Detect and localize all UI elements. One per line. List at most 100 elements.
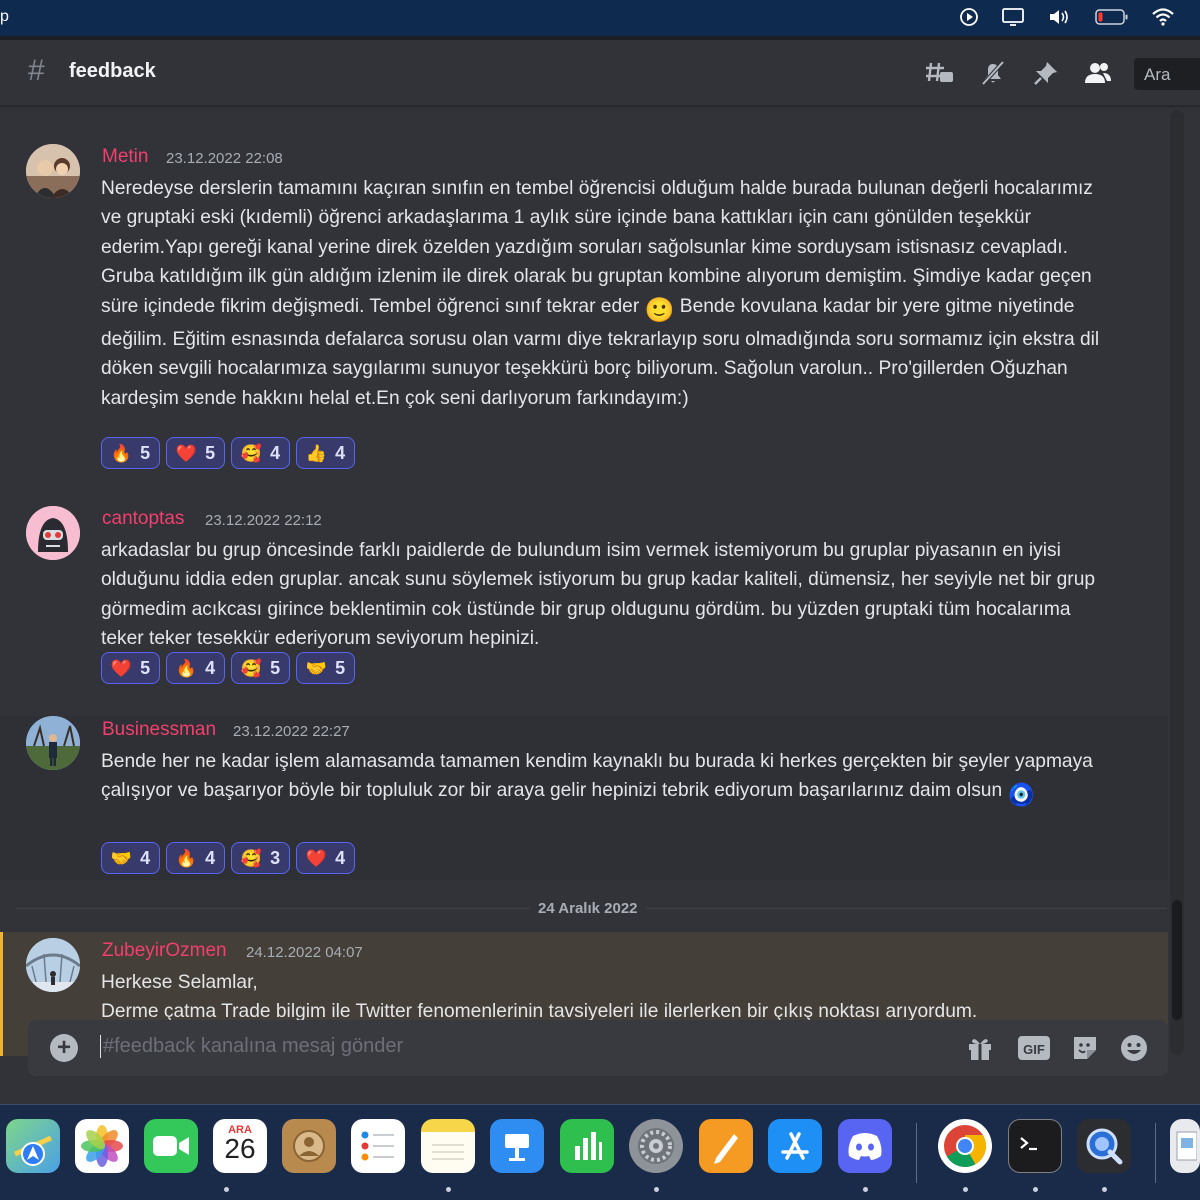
reaction-count: 4 — [335, 442, 346, 463]
username[interactable]: cantoptas — [102, 508, 184, 530]
username[interactable]: Businessman — [102, 719, 216, 741]
gif-label: GIF — [1023, 1042, 1045, 1057]
reaction-emoji: 🔥 — [110, 443, 133, 463]
reaction-love-face[interactable]: 🥰 4 — [231, 437, 290, 469]
reaction-count: 5 — [335, 657, 346, 678]
search-input[interactable]: Ara — [1134, 58, 1200, 90]
reaction-count: 5 — [205, 442, 216, 463]
discord-window: # feedback Ara Metin 23.12.2022 22:08 Ne… — [0, 36, 1200, 1104]
gif-icon[interactable]: GIF — [1018, 1032, 1050, 1064]
reaction-fire[interactable]: 🔥 4 — [166, 652, 225, 684]
reaction-emoji: 🤝 — [110, 848, 133, 868]
members-icon[interactable] — [1082, 57, 1114, 89]
running-indicator — [1102, 1187, 1107, 1192]
reaction-count: 3 — [270, 847, 281, 868]
reaction-love-face[interactable]: 🥰 5 — [231, 652, 290, 684]
message-input[interactable]: #feedback kanalına mesaj gönder — [100, 1035, 403, 1058]
keynote-app-icon[interactable] — [490, 1119, 544, 1173]
reaction-handshake[interactable]: 🤝 5 — [296, 652, 355, 684]
photos-app-icon[interactable] — [75, 1119, 129, 1173]
reaction-emoji: 🥰 — [240, 658, 263, 678]
app-store-app-icon[interactable] — [768, 1119, 822, 1173]
pin-icon[interactable] — [1030, 57, 1062, 89]
timestamp: 23.12.2022 22:08 — [166, 150, 283, 167]
reaction-handshake[interactable]: 🤝 4 — [101, 842, 160, 874]
reaction-count: 4 — [205, 657, 216, 678]
timestamp: 24.12.2022 04:07 — [246, 944, 363, 961]
discord-app-icon[interactable] — [838, 1119, 892, 1173]
gift-icon[interactable] — [964, 1032, 996, 1064]
reaction-count: 5 — [270, 657, 281, 678]
reaction-love-face[interactable]: 🥰 3 — [231, 842, 290, 874]
username[interactable]: Metin — [102, 146, 148, 168]
reaction-count: 4 — [140, 847, 151, 868]
macos-menubar: p — [0, 0, 1200, 36]
app-menu-glyph[interactable]: p — [0, 8, 9, 26]
reaction-emoji: 🥰 — [240, 848, 263, 868]
notes-app-icon[interactable] — [421, 1119, 475, 1173]
maps-app-icon[interactable] — [6, 1119, 60, 1173]
chrome-app-icon[interactable] — [938, 1119, 992, 1173]
reaction-emoji: ❤️ — [110, 658, 133, 678]
message-text: Neredeyse derslerin tamamını kaçıran sın… — [101, 174, 1111, 413]
wifi-icon[interactable] — [1150, 6, 1176, 28]
reaction-count: 5 — [140, 657, 151, 678]
quicktime-app-icon[interactable] — [1077, 1119, 1131, 1173]
reaction-count: 5 — [140, 442, 151, 463]
sticker-icon[interactable] — [1069, 1032, 1101, 1064]
reaction-fire[interactable]: 🔥 5 — [101, 437, 160, 469]
reminders-app-icon[interactable] — [351, 1119, 405, 1173]
reaction-heart[interactable]: ❤️ 4 — [296, 842, 355, 874]
message-cantoptas: cantoptas 23.12.2022 22:12 arkadaslar bu… — [0, 496, 1168, 706]
timestamp: 23.12.2022 22:12 — [205, 512, 322, 529]
plus-icon[interactable]: + — [50, 1034, 78, 1062]
message-text-part: Bende her ne kadar işlem alamasamda tama… — [101, 751, 1093, 802]
contacts-app-icon[interactable] — [282, 1119, 336, 1173]
running-indicator — [446, 1187, 451, 1192]
message-text: Bende her ne kadar işlem alamasamda tama… — [101, 747, 1111, 810]
calendar-day: 26 — [224, 1133, 256, 1164]
volume-icon[interactable] — [1046, 6, 1074, 28]
avatar[interactable] — [26, 506, 80, 560]
preview-app-icon[interactable] — [1170, 1119, 1200, 1173]
terminal-app-icon[interactable] — [1008, 1119, 1062, 1173]
reaction-bar: 🤝 4 🔥 4 🥰 3 ❤️ 4 — [101, 842, 355, 874]
emoji-icon[interactable] — [1118, 1032, 1150, 1064]
reaction-heart[interactable]: ❤️ 5 — [101, 652, 160, 684]
reaction-heart[interactable]: ❤️ 5 — [166, 437, 225, 469]
scrollbar-thumb[interactable] — [1172, 900, 1182, 1020]
numbers-app-icon[interactable] — [560, 1119, 614, 1173]
battery-icon[interactable] — [1094, 6, 1130, 28]
message-text: arkadaslar bu grup öncesinde farklı paid… — [101, 540, 1096, 650]
running-indicator — [654, 1187, 659, 1192]
facetime-app-icon[interactable] — [144, 1119, 198, 1173]
display-icon[interactable] — [1000, 6, 1026, 28]
reaction-fire[interactable]: 🔥 4 — [166, 842, 225, 874]
avatar[interactable] — [26, 938, 80, 992]
reaction-emoji: 🔥 — [175, 658, 198, 678]
reaction-emoji: 🤝 — [305, 658, 328, 678]
pages-app-icon[interactable] — [699, 1119, 753, 1173]
running-indicator — [863, 1187, 868, 1192]
reaction-thumbs-up[interactable]: 👍 4 — [296, 437, 355, 469]
calendar-app-icon[interactable]: ARA 26 — [213, 1119, 267, 1173]
slight-smile-emoji: 🙂 — [644, 296, 675, 324]
avatar[interactable] — [26, 144, 80, 198]
mute-bell-icon[interactable] — [977, 57, 1009, 89]
reaction-bar: ❤️ 5 🔥 4 🥰 5 🤝 5 — [101, 652, 355, 684]
channel-hash-icon: # — [28, 54, 45, 87]
username[interactable]: ZubeyirOzmen — [102, 940, 227, 962]
system-settings-app-icon[interactable] — [629, 1119, 683, 1173]
reaction-emoji: 🔥 — [175, 848, 198, 868]
running-indicator — [963, 1187, 968, 1192]
channel-header: # feedback Ara — [0, 40, 1200, 106]
nazar-amulet-emoji: 🧿 — [1007, 782, 1035, 808]
avatar[interactable] — [26, 716, 80, 770]
message-text: Herkese Selamlar, Derme çatma Trade bilg… — [101, 968, 1111, 1027]
play-circle-icon[interactable] — [958, 6, 980, 28]
message-list: Metin 23.12.2022 22:08 Neredeyse dersler… — [0, 106, 1168, 1056]
threads-icon[interactable] — [924, 57, 956, 89]
reaction-emoji: ❤️ — [305, 848, 328, 868]
timestamp: 23.12.2022 22:27 — [233, 723, 350, 740]
dock-separator — [916, 1123, 917, 1183]
